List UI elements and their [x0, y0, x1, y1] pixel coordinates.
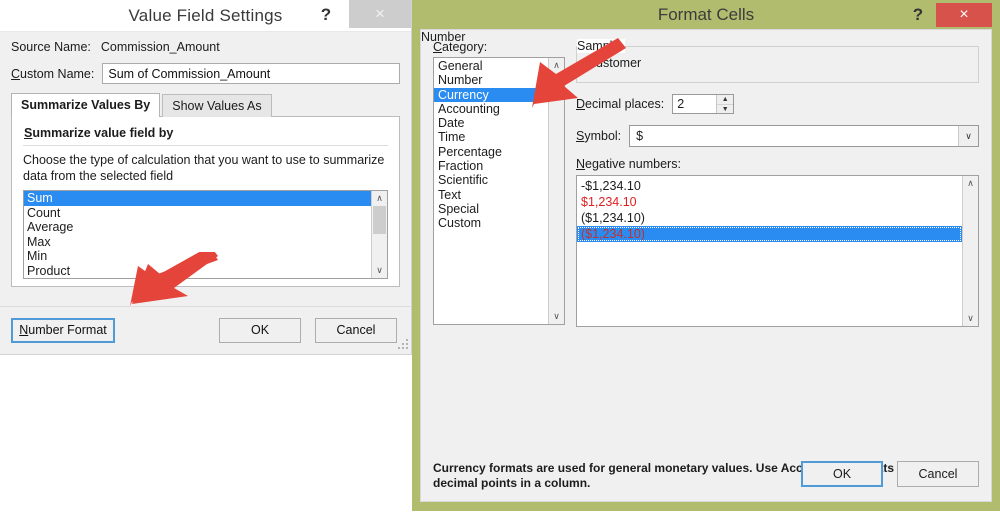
- list-item[interactable]: General: [434, 59, 548, 73]
- symbol-label: Symbol:: [576, 129, 622, 143]
- format-options-column: Sample Customer Decimal places: 2 ▲ ▼ Sy…: [576, 39, 979, 327]
- help-icon[interactable]: ?: [906, 3, 930, 27]
- value-field-settings-dialog: Value Field Settings ? × Source Name: Co…: [0, 0, 412, 355]
- category-label: Category:: [433, 40, 488, 54]
- list-item[interactable]: -$1,234.10: [577, 178, 962, 194]
- negative-numbers-group: Negative numbers: -$1,234.10 $1,234.10 (…: [576, 157, 979, 327]
- category-items: General Number Currency Accounting Date …: [434, 58, 548, 324]
- list-item[interactable]: Max: [24, 235, 371, 250]
- list-item[interactable]: $1,234.10: [577, 194, 962, 210]
- source-name-row: Source Name: Commission_Amount: [11, 40, 400, 54]
- symbol-value[interactable]: $: [630, 126, 958, 146]
- negative-numbers-items: -$1,234.10 $1,234.10 ($1,234.10) ($1,234…: [577, 176, 962, 326]
- list-item[interactable]: Time: [434, 130, 548, 144]
- vfs-footer: Number Format OK Cancel: [0, 306, 411, 354]
- calculation-listbox[interactable]: Sum Count Average Max Min Product ∧ ∨: [23, 190, 388, 279]
- list-item[interactable]: Percentage: [434, 145, 548, 159]
- cancel-button[interactable]: Cancel: [315, 318, 397, 343]
- source-name-label: Source Name:: [11, 40, 91, 54]
- cancel-button[interactable]: Cancel: [897, 461, 979, 487]
- negative-numbers-scrollbar[interactable]: ∧ ∨: [962, 176, 978, 326]
- list-item[interactable]: Date: [434, 116, 548, 130]
- summarize-values-by-panel: Summarize value field by Choose the type…: [11, 116, 400, 287]
- list-item[interactable]: Count: [24, 206, 371, 221]
- custom-name-row: Custom Name: Sum of Commission_Amount: [11, 63, 400, 84]
- list-item[interactable]: ($1,234.10): [577, 210, 962, 226]
- list-item[interactable]: Fraction: [434, 159, 548, 173]
- format-cells-dialog: Format Cells ? × Number Category: Genera…: [412, 0, 1000, 514]
- vfs-tabstrip: Summarize Values By Show Values As: [11, 93, 400, 117]
- list-item[interactable]: ($1,234.10): [577, 226, 962, 242]
- calculation-items: Sum Count Average Max Min Product: [24, 191, 371, 278]
- ok-button[interactable]: OK: [219, 318, 301, 343]
- close-icon[interactable]: ×: [349, 0, 411, 28]
- sample-group: Sample Customer: [576, 39, 979, 83]
- chevron-down-icon[interactable]: ∨: [958, 126, 978, 146]
- category-listbox[interactable]: General Number Currency Accounting Date …: [433, 57, 565, 325]
- decimal-places-row: Decimal places: 2 ▲ ▼: [576, 94, 979, 114]
- negative-numbers-listbox[interactable]: -$1,234.10 $1,234.10 ($1,234.10) ($1,234…: [576, 175, 979, 327]
- list-item[interactable]: Average: [24, 220, 371, 235]
- sample-value: Customer: [587, 56, 642, 70]
- custom-name-input[interactable]: Sum of Commission_Amount: [102, 63, 400, 84]
- number-format-button[interactable]: Number Format: [11, 318, 115, 343]
- custom-name-label: Custom Name:: [11, 66, 95, 81]
- scroll-down-icon[interactable]: ∨: [372, 263, 387, 278]
- list-item[interactable]: Special: [434, 202, 548, 216]
- list-item[interactable]: Custom: [434, 216, 548, 230]
- vfs-body: Source Name: Commission_Amount Custom Na…: [0, 32, 411, 287]
- help-icon[interactable]: ?: [313, 2, 339, 28]
- category-column: Category: General Number Currency Accoun…: [433, 40, 565, 325]
- scrollbar-thumb[interactable]: [373, 206, 386, 234]
- category-list-scrollbar[interactable]: ∧ ∨: [548, 58, 564, 324]
- symbol-row: Symbol: $ ∨: [576, 125, 979, 147]
- ok-button[interactable]: OK: [801, 461, 883, 487]
- decimal-places-value[interactable]: 2: [673, 95, 716, 113]
- stepper-buttons[interactable]: ▲ ▼: [716, 95, 734, 114]
- tab-show-values-as[interactable]: Show Values As: [162, 94, 272, 117]
- scrollbar-track[interactable]: [963, 191, 978, 311]
- list-item[interactable]: Sum: [24, 191, 371, 206]
- scroll-down-icon[interactable]: ∨: [549, 309, 564, 324]
- scrollbar-track[interactable]: [372, 234, 387, 263]
- close-icon[interactable]: ×: [936, 3, 992, 27]
- decimal-places-label: Decimal places:: [576, 97, 665, 111]
- list-item[interactable]: Accounting: [434, 102, 548, 116]
- list-item[interactable]: Number: [434, 73, 548, 87]
- list-item[interactable]: Text: [434, 188, 548, 202]
- list-item[interactable]: Min: [24, 249, 371, 264]
- stepper-down-icon[interactable]: ▼: [717, 105, 733, 114]
- sample-label: Sample: [577, 39, 626, 53]
- stepper-up-icon[interactable]: ▲: [717, 95, 734, 105]
- calculation-list-scrollbar[interactable]: ∧ ∨: [371, 191, 387, 278]
- panel-heading: Summarize value field by: [24, 126, 174, 140]
- negative-numbers-label: Negative numbers:: [576, 157, 681, 171]
- list-item[interactable]: Scientific: [434, 173, 548, 187]
- list-item[interactable]: Product: [24, 264, 371, 279]
- source-name-value: Commission_Amount: [100, 40, 220, 54]
- scroll-up-icon[interactable]: ∧: [372, 191, 387, 206]
- list-item[interactable]: Currency: [434, 87, 548, 102]
- resize-grip[interactable]: [396, 339, 409, 352]
- tab-summarize-values-by[interactable]: Summarize Values By: [11, 93, 161, 117]
- scroll-up-icon[interactable]: ∧: [549, 58, 564, 73]
- scroll-up-icon[interactable]: ∧: [963, 176, 978, 191]
- format-cells-body: Number Category: General Number Currency…: [420, 29, 992, 502]
- divider: [23, 145, 388, 146]
- vfs-title-bar: Value Field Settings ? ×: [0, 0, 411, 32]
- format-cells-footer: OK Cancel: [787, 461, 979, 487]
- scroll-down-icon[interactable]: ∨: [963, 311, 978, 326]
- scrollbar-track[interactable]: [549, 73, 564, 309]
- symbol-dropdown[interactable]: $ ∨: [629, 125, 979, 147]
- decimal-places-stepper[interactable]: 2 ▲ ▼: [672, 94, 735, 114]
- panel-description: Choose the type of calculation that you …: [23, 153, 385, 183]
